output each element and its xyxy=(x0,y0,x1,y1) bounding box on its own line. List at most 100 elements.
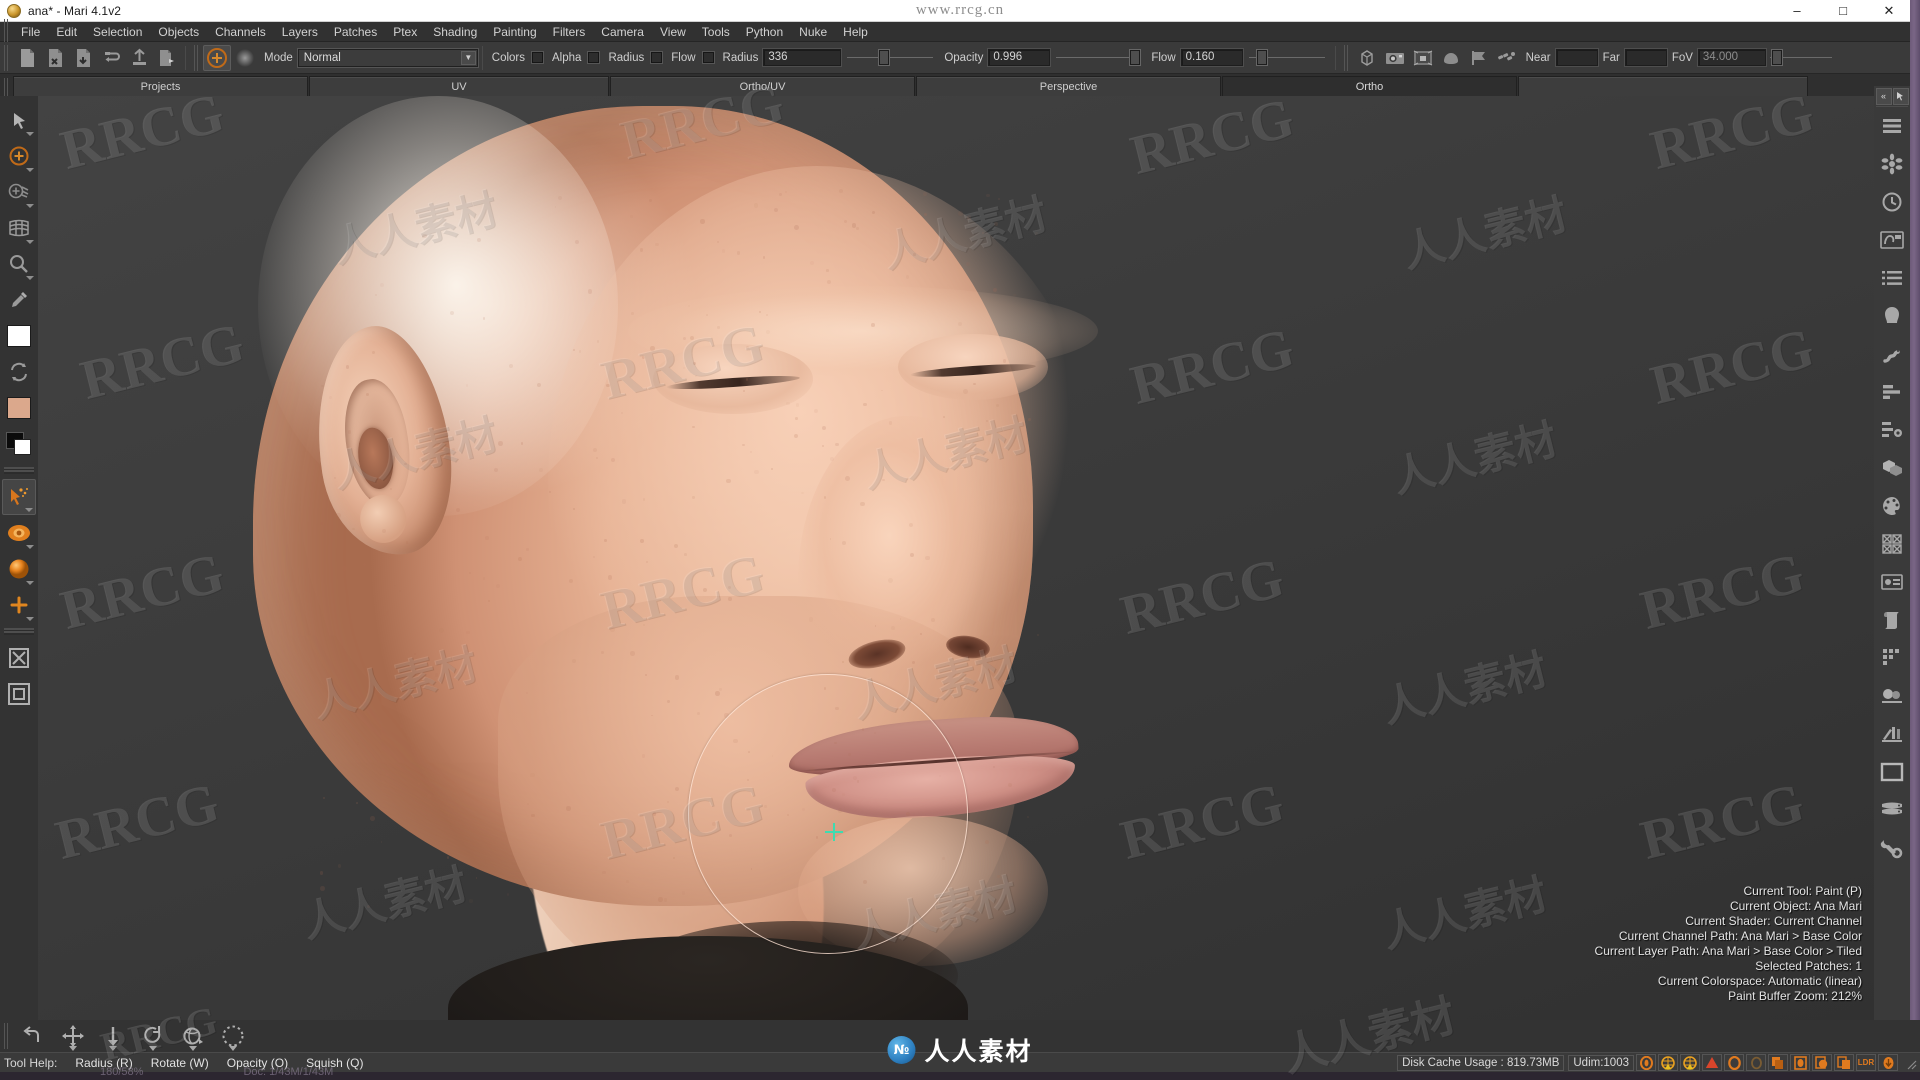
menu-channels[interactable]: Channels xyxy=(207,23,274,41)
menu-patches[interactable]: Patches xyxy=(326,23,385,41)
flow-slider[interactable] xyxy=(1248,49,1325,67)
palette-objects[interactable] xyxy=(1875,449,1909,487)
palette-stack[interactable] xyxy=(1875,791,1909,829)
submenu-triangle-icon[interactable] xyxy=(26,240,34,244)
cursor-pin-icon[interactable] xyxy=(1892,87,1909,105)
opacity-slider-knob[interactable] xyxy=(1130,49,1141,65)
near-input[interactable] xyxy=(1555,49,1598,66)
opacity-slider[interactable] xyxy=(1056,49,1141,67)
render-status-icon[interactable] xyxy=(1636,1054,1656,1071)
layers-status-icon[interactable] xyxy=(1768,1054,1788,1071)
menu-tools[interactable]: Tools xyxy=(694,23,738,41)
projection-icon[interactable] xyxy=(1409,45,1437,71)
paint-through-tool[interactable] xyxy=(2,174,36,210)
shader-ball-icon[interactable] xyxy=(1437,45,1465,71)
submenu-triangle-icon[interactable] xyxy=(26,204,34,208)
submenu-triangle-icon[interactable] xyxy=(26,276,34,280)
close-button[interactable]: ✕ xyxy=(1866,0,1912,22)
toolbar-grip-2[interactable] xyxy=(193,44,200,71)
tool-options-grip[interactable] xyxy=(3,1023,10,1049)
radius-slider[interactable] xyxy=(847,49,934,67)
menu-layers[interactable]: Layers xyxy=(274,23,326,41)
alpha-toggle-checkbox[interactable] xyxy=(588,52,600,63)
warp-grid-tool[interactable] xyxy=(2,210,36,246)
alert-triangle-icon[interactable] xyxy=(1702,1054,1722,1071)
white-swatch[interactable] xyxy=(2,318,36,354)
submenu-triangle-icon[interactable] xyxy=(26,168,34,172)
colors-toggle-checkbox[interactable] xyxy=(532,52,544,63)
menu-nuke[interactable]: Nuke xyxy=(791,23,835,41)
menu-painting[interactable]: Painting xyxy=(485,23,544,41)
submenu-triangle-icon[interactable] xyxy=(26,581,34,585)
select-arrow-tool[interactable] xyxy=(2,102,36,138)
radius-input[interactable]: 336 xyxy=(763,49,842,66)
rotate-buffer-button[interactable] xyxy=(133,1021,173,1051)
menu-python[interactable]: Python xyxy=(738,23,791,41)
menu-filters[interactable]: Filters xyxy=(545,23,594,41)
palette-patches[interactable] xyxy=(1875,525,1909,563)
shortcut-opacity[interactable]: Opacity (O) xyxy=(227,1056,288,1070)
warning-bake-2-icon[interactable] xyxy=(1680,1054,1700,1071)
fov-slider[interactable] xyxy=(1769,49,1832,67)
submenu-triangle-icon[interactable] xyxy=(25,508,33,512)
flow-input[interactable]: 0.160 xyxy=(1180,49,1243,66)
paint-buffer-status-icon[interactable] xyxy=(1812,1054,1832,1071)
menu-edit[interactable]: Edit xyxy=(48,23,85,41)
fov-input[interactable]: 34.000 xyxy=(1697,49,1766,66)
camera-icon[interactable] xyxy=(1381,45,1409,71)
blend-mode-select[interactable]: Normal ▼ xyxy=(297,48,478,67)
object-cage-icon[interactable] xyxy=(1353,45,1381,71)
new-project-icon[interactable] xyxy=(13,45,41,71)
menu-camera[interactable]: Camera xyxy=(593,23,652,41)
submenu-triangle-icon[interactable] xyxy=(189,1046,197,1051)
palette-color[interactable] xyxy=(1875,487,1909,525)
menu-drag-grip[interactable] xyxy=(3,18,10,45)
toolbar-grip-1[interactable] xyxy=(3,44,10,71)
palette-settings-list[interactable] xyxy=(1875,411,1909,449)
export-selected-icon[interactable] xyxy=(153,45,181,71)
lights-icon[interactable] xyxy=(1493,45,1521,71)
palette-shelf[interactable] xyxy=(1875,297,1909,335)
unbaked-icon[interactable] xyxy=(1724,1054,1744,1071)
brush-falloff-icon[interactable] xyxy=(231,45,259,71)
tab-projects[interactable]: Projects xyxy=(13,76,308,96)
squish-buffer-button[interactable] xyxy=(173,1021,213,1051)
submenu-triangle-icon[interactable] xyxy=(229,1046,237,1051)
submenu-triangle-icon[interactable] xyxy=(69,1046,77,1051)
menu-view[interactable]: View xyxy=(652,23,694,41)
opacity-input[interactable]: 0.996 xyxy=(988,49,1051,66)
palette-canvas[interactable] xyxy=(1875,753,1909,791)
palette-history[interactable] xyxy=(1875,183,1909,221)
warning-bake-icon[interactable] xyxy=(1658,1054,1678,1071)
palette-scroll[interactable] xyxy=(1875,601,1909,639)
tabbar-grip[interactable] xyxy=(3,78,10,96)
copy-status-icon[interactable] xyxy=(1834,1054,1854,1071)
collapse-palette-button[interactable]: « xyxy=(1875,87,1892,105)
palette-shaders[interactable] xyxy=(1875,715,1909,753)
maximize-button[interactable]: □ xyxy=(1820,0,1866,22)
bake-down-button[interactable] xyxy=(93,1021,133,1051)
tab-uv[interactable]: UV xyxy=(309,76,609,96)
palette-info[interactable] xyxy=(1875,563,1909,601)
menu-selection[interactable]: Selection xyxy=(85,23,150,41)
3d-viewport[interactable]: Current Tool: Paint (P) Current Object: … xyxy=(38,96,1880,1020)
radius-button[interactable] xyxy=(213,1021,253,1051)
palette-projects[interactable] xyxy=(1875,373,1909,411)
paint-blob-icon[interactable] xyxy=(203,44,231,71)
shortcut-rotate[interactable]: Rotate (W) xyxy=(151,1056,209,1070)
submenu-triangle-icon[interactable] xyxy=(149,1046,157,1051)
frame-tool[interactable] xyxy=(2,676,36,712)
submenu-triangle-icon[interactable] xyxy=(26,132,34,136)
move-buffer-button[interactable] xyxy=(53,1021,93,1051)
minimize-button[interactable]: – xyxy=(1774,0,1820,22)
background-color-swatch[interactable] xyxy=(2,426,36,462)
tab-empty[interactable] xyxy=(1518,76,1808,96)
foreground-color-swatch[interactable] xyxy=(2,390,36,426)
palette-image-manager[interactable] xyxy=(1875,221,1909,259)
tab-perspective[interactable]: Perspective xyxy=(916,76,1221,96)
chevron-down-icon[interactable]: ▼ xyxy=(460,50,476,65)
ldr-status-icon[interactable]: LDR xyxy=(1856,1054,1876,1071)
save-project-icon[interactable] xyxy=(69,45,97,71)
undo-stroke-button[interactable] xyxy=(13,1021,53,1051)
palette-python[interactable] xyxy=(1875,335,1909,373)
